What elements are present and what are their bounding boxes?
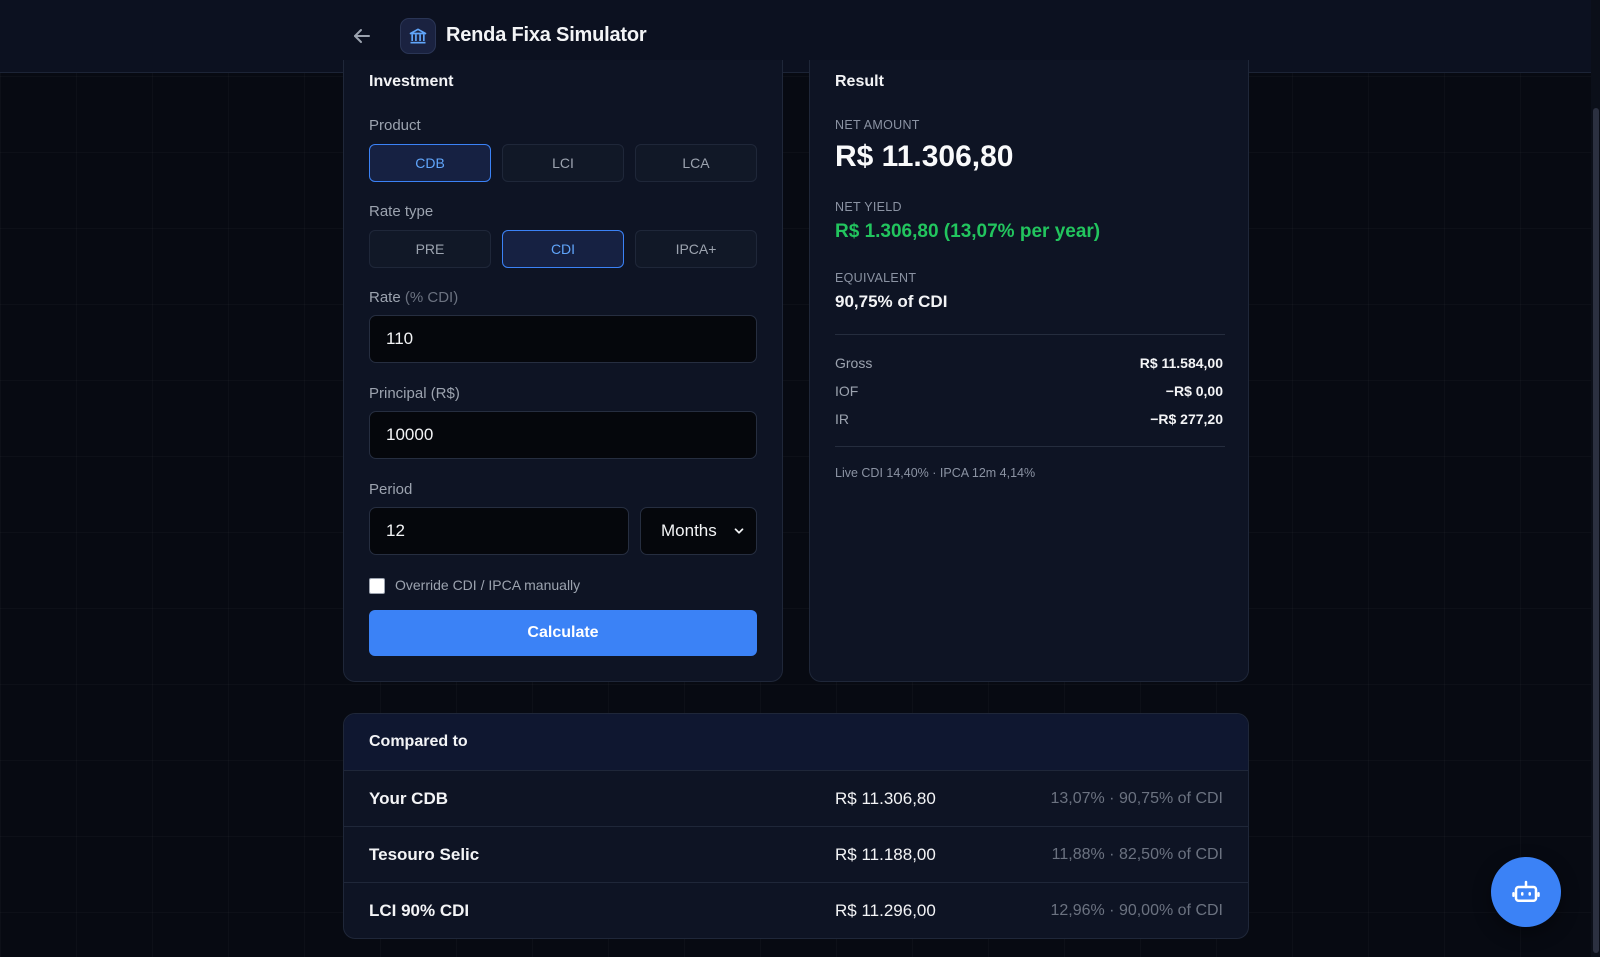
comparison-amount: R$ 11.188,00 xyxy=(835,845,936,864)
product-option-cdb[interactable]: CDB xyxy=(369,144,491,182)
principal-label: Principal (R$) xyxy=(369,385,460,402)
rate-type-option-ipca[interactable]: IPCA+ xyxy=(635,230,757,268)
result-card: Result NET AMOUNT R$ 11.306,80 NET YIELD… xyxy=(809,60,1249,682)
assistant-button[interactable] xyxy=(1491,857,1561,927)
comparison-amount: R$ 11.296,00 xyxy=(835,901,936,920)
investment-title: Investment xyxy=(369,73,454,90)
chevron-down-icon xyxy=(734,528,744,534)
table-row: LCI 90% CDI R$ 11.296,00 12,96% · 90,00%… xyxy=(344,883,1248,938)
net-amount-label: NET AMOUNT xyxy=(835,118,920,132)
period-input[interactable]: 12 xyxy=(369,507,629,555)
product-option-lca[interactable]: LCA xyxy=(635,144,757,182)
override-checkbox[interactable] xyxy=(369,578,385,594)
net-yield-label: NET YIELD xyxy=(835,200,902,214)
robot-icon xyxy=(1512,880,1540,902)
period-label: Period xyxy=(369,481,413,498)
bank-icon xyxy=(409,28,427,44)
override-label: Override CDI / IPCA manually xyxy=(395,577,581,593)
table-row: Your CDB R$ 11.306,80 13,07% · 90,75% of… xyxy=(344,771,1248,827)
result-title: Result xyxy=(835,73,884,90)
product-option-lci[interactable]: LCI xyxy=(502,144,624,182)
comparison-meta: 12,96% · 90,00% of CDI xyxy=(1050,902,1223,919)
investment-card: Investment Product CDB LCI LCA Rate type… xyxy=(343,60,783,682)
comparison-meta: 11,88% · 82,50% of CDI xyxy=(1051,846,1223,863)
breakdown-iof-value: −R$ 0,00 xyxy=(1165,383,1223,399)
breakdown-iof-label: IOF xyxy=(835,383,859,399)
comparison-table: Compared to Your CDB R$ 11.306,80 13,07%… xyxy=(343,713,1249,939)
equivalent-value: 90,75% of CDI xyxy=(835,292,948,311)
app-logo xyxy=(400,18,436,54)
period-unit-select[interactable]: Months xyxy=(640,507,757,555)
scrollbar-thumb[interactable] xyxy=(1593,108,1599,953)
principal-input[interactable]: 10000 xyxy=(369,411,757,459)
product-label: Product xyxy=(369,117,421,134)
page-title: Renda Fixa Simulator xyxy=(446,24,647,46)
net-yield-value: R$ 1.306,80 (13,07% per year) xyxy=(835,221,1101,242)
rate-type-option-cdi[interactable]: CDI xyxy=(502,230,624,268)
comparison-meta: 13,07% · 90,75% of CDI xyxy=(1050,790,1223,807)
equivalent-label: EQUIVALENT xyxy=(835,271,917,285)
table-row: Tesouro Selic R$ 11.188,00 11,88% · 82,5… xyxy=(344,827,1248,883)
rate-input[interactable]: 110 xyxy=(369,315,757,363)
rate-type-option-pre[interactable]: PRE xyxy=(369,230,491,268)
arrow-left-icon xyxy=(354,29,370,43)
period-unit-value: Months xyxy=(661,521,717,540)
comparison-header: Compared to xyxy=(344,714,1248,771)
breakdown-gross-label: Gross xyxy=(835,355,873,371)
rate-label: Rate (% CDI) xyxy=(369,289,458,306)
back-button[interactable] xyxy=(350,24,374,48)
breakdown-ir-value: −R$ 277,20 xyxy=(1150,411,1223,427)
breakdown-gross-value: R$ 11.584,00 xyxy=(1139,355,1223,371)
comparison-name: Tesouro Selic xyxy=(369,845,480,864)
result-divider xyxy=(835,446,1225,447)
calculate-button[interactable]: Calculate xyxy=(369,610,757,656)
breakdown-ir-label: IR xyxy=(835,411,849,427)
rate-type-label: Rate type xyxy=(369,203,434,220)
net-amount-value: R$ 11.306,80 xyxy=(835,140,1014,173)
comparison-amount: R$ 11.306,80 xyxy=(835,789,936,808)
result-divider xyxy=(835,334,1225,335)
comparison-title: Compared to xyxy=(369,733,468,750)
rates-footnote: Live CDI 14,40% · IPCA 12m 4,14% xyxy=(835,466,1036,480)
comparison-name: Your CDB xyxy=(369,789,449,808)
top-bar: Renda Fixa Simulator xyxy=(0,0,1591,73)
rate-unit: (% CDI) xyxy=(404,289,459,306)
rate-label-text: Rate xyxy=(369,289,401,306)
comparison-name: LCI 90% CDI xyxy=(369,901,470,920)
